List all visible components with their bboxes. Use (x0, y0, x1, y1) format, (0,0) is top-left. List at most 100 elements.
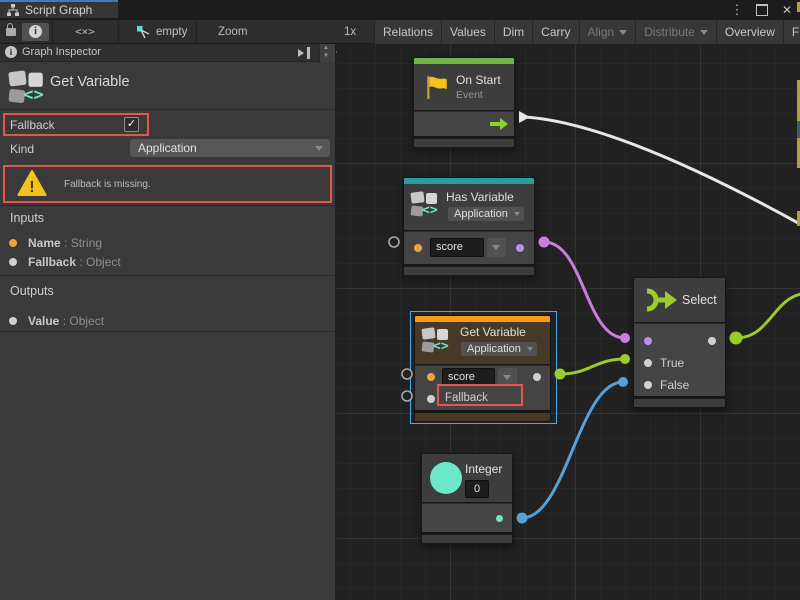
variable-icon (422, 327, 450, 355)
input-row: Fallback : Object (28, 255, 121, 269)
toolbar-divider (52, 20, 53, 44)
button-label: Align (588, 20, 615, 44)
fallback-highlight-box (3, 113, 149, 136)
variable-name-field[interactable]: score (430, 238, 484, 257)
zoom-value: 1x (344, 26, 356, 38)
wire-endpoint[interactable] (618, 377, 628, 387)
wire-endpoint[interactable] (517, 513, 528, 524)
values-button[interactable]: Values (441, 20, 494, 44)
input-type: : Object (79, 255, 120, 269)
node-select[interactable]: Select True False (633, 277, 726, 408)
unity-script-graph-window: Script Graph empty Zoom 1x Relation (0, 0, 800, 600)
wire-endpoint[interactable] (539, 237, 550, 248)
dock-panel-icon[interactable] (298, 47, 312, 59)
selection-output-port[interactable] (708, 337, 716, 345)
graph-pointer-icon (136, 25, 151, 39)
relations-button[interactable]: Relations (374, 20, 441, 44)
inspector-toggle-button[interactable] (22, 23, 49, 41)
integer-output-port[interactable] (496, 515, 503, 522)
wires-layer (337, 44, 800, 600)
zoom-label: Zoom (218, 26, 247, 38)
name-input-port[interactable] (427, 373, 435, 381)
variable-name-dropdown[interactable] (487, 238, 506, 257)
input-row: Name : String (28, 236, 102, 250)
node-color-bar (414, 315, 551, 322)
node-integer[interactable]: Integer 0 (421, 453, 513, 544)
distribute-button[interactable]: Distribute (635, 20, 716, 44)
false-input-port[interactable] (644, 381, 652, 389)
variable-kind-dropdown[interactable]: Application (448, 207, 524, 221)
graph-inspector-panel: Graph Inspector Get Variable Fallback Ki… (0, 44, 336, 600)
tab-script-graph[interactable]: Script Graph (0, 0, 118, 18)
output-port-dot (9, 317, 17, 325)
true-port-label: True (660, 356, 684, 370)
fallback-port-highlight-box (437, 384, 523, 406)
overview-button[interactable]: Overview (716, 20, 783, 44)
result-output-port[interactable] (516, 244, 524, 252)
node-title: Get Variable (460, 325, 526, 339)
inspector-header-label: Graph Inspector (22, 46, 101, 58)
close-icon[interactable] (780, 3, 794, 17)
maximize-icon[interactable] (756, 4, 768, 16)
align-button[interactable]: Align (579, 20, 636, 44)
fallback-input-port[interactable] (427, 395, 435, 403)
node-has-variable[interactable]: Has Variable Application score (403, 177, 535, 276)
divider (0, 275, 335, 276)
wire-endpoint[interactable] (620, 354, 630, 364)
node-footer (633, 397, 726, 408)
condition-input-port[interactable] (644, 337, 652, 345)
wire-get-variable-to-select-true[interactable] (560, 359, 625, 374)
chevron-down-icon (492, 245, 500, 250)
input-port-dot (9, 239, 17, 247)
wire-endpoint[interactable] (730, 332, 743, 345)
unconnected-port[interactable] (389, 237, 399, 247)
input-type: : String (64, 236, 102, 250)
value-output-port[interactable] (533, 373, 541, 381)
flag-icon (424, 74, 450, 100)
toolbar-buttons: Relations Values Dim Carry Align Distrib… (374, 20, 800, 44)
integer-value-field[interactable]: 0 (465, 480, 489, 498)
node-title: Has Variable (446, 190, 514, 204)
chevron-down-icon (503, 375, 511, 380)
scroll-up-icon[interactable] (323, 45, 329, 51)
wire-select-output[interactable] (736, 294, 800, 338)
edit-graph-button[interactable] (54, 23, 116, 41)
field-value: score (436, 241, 463, 253)
scroll-down-icon[interactable] (323, 53, 329, 59)
node-title: On Start (456, 73, 501, 87)
variable-kind-dropdown[interactable]: Application (461, 342, 537, 356)
dim-button[interactable]: Dim (494, 20, 532, 44)
full-screen-button[interactable]: Full Screen (783, 20, 800, 44)
select-icon (642, 286, 678, 314)
window-menu-icon[interactable] (730, 2, 744, 18)
field-value: score (448, 371, 475, 383)
tab-label: Script Graph (25, 3, 92, 17)
graph-breadcrumb[interactable]: empty (136, 23, 187, 41)
button-label: Distribute (644, 20, 695, 44)
inputs-header: Inputs (10, 211, 44, 225)
wire-endpoint[interactable] (620, 333, 630, 343)
carry-button[interactable]: Carry (532, 20, 578, 44)
kind-dropdown[interactable]: Application (130, 139, 330, 157)
chevron-down-icon (700, 30, 708, 35)
outputs-header: Outputs (10, 284, 54, 298)
flow-output-port[interactable] (490, 118, 508, 130)
node-footer (421, 533, 513, 544)
button-label: Carry (541, 20, 570, 44)
panel-scrollbar[interactable] (319, 44, 335, 63)
node-get-variable-selection: Get Variable Application score Fallback (410, 311, 557, 424)
lock-icon[interactable] (6, 28, 16, 36)
wire-flow-on-start[interactable] (525, 117, 800, 224)
graph-canvas[interactable]: On Start Event Has Variable Application (337, 44, 800, 600)
name-input-port[interactable] (414, 244, 422, 252)
node-on-start[interactable]: On Start Event (413, 57, 515, 148)
button-label: Overview (725, 20, 775, 44)
warning-text: Fallback is missing. (64, 179, 151, 190)
node-footer (413, 137, 515, 148)
true-input-port[interactable] (644, 359, 652, 367)
variable-icon (9, 70, 48, 109)
kind-value: Application (138, 141, 197, 155)
flow-wire-arrow (519, 111, 530, 123)
button-label: Full Screen (792, 20, 800, 44)
kind-value: Application (454, 208, 508, 220)
